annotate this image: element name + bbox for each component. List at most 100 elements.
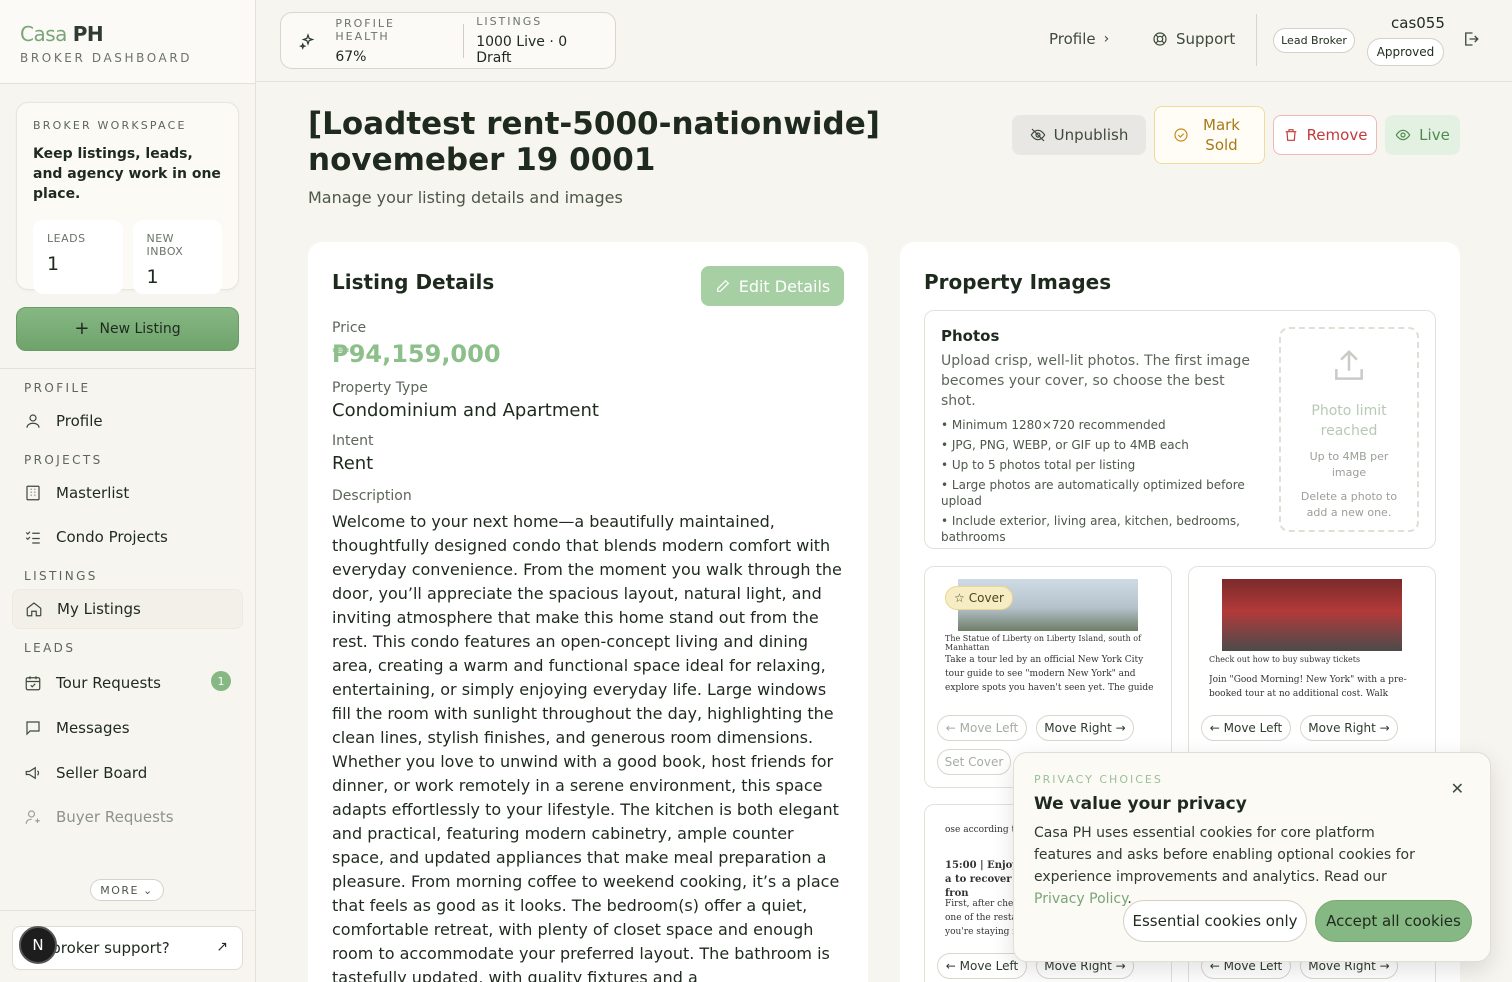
sidebar-item-buyer-requests[interactable]: Buyer Requests <box>0 795 255 839</box>
profile-link-label: Profile <box>1049 30 1096 48</box>
privacy-policy-link[interactable]: Privacy Policy <box>1034 891 1127 907</box>
move-left-button[interactable]: ← Move Left <box>937 953 1027 979</box>
role-badge: Lead Broker <box>1273 28 1355 53</box>
sidebar: Casa PH BROKER DASHBOARD BROKER WORKSPAC… <box>0 0 256 982</box>
move-right-button[interactable]: Move Right → <box>1300 715 1398 741</box>
more-button[interactable]: MORE ⌄ <box>90 879 164 901</box>
list-item: • Include exterior, living area, kitchen… <box>941 514 1240 544</box>
support-link[interactable]: Support <box>1152 30 1235 48</box>
sidebar-item-label: Messages <box>56 719 130 737</box>
workspace-description: Keep listings, leads, and agency work in… <box>33 146 221 202</box>
profile-health-card: PROFILE HEALTH 67% LISTINGS 1000 Live · … <box>280 12 616 69</box>
sparkle-icon <box>281 32 335 50</box>
price-value: ₱94,159,000 <box>332 340 501 368</box>
move-left-button[interactable]: ← Move Left <box>1201 715 1291 741</box>
topbar: PROFILE HEALTH 67% LISTINGS 1000 Live · … <box>256 0 1512 82</box>
brand-subtitle: BROKER DASHBOARD <box>20 51 193 65</box>
sidebar-item-masterlist[interactable]: Masterlist <box>0 473 255 513</box>
sidebar-nav: PROFILE Profile PROJECTS Masterlist Cond… <box>0 368 255 839</box>
upload-icon <box>1335 349 1363 380</box>
chevron-down-icon: ⌄ <box>143 883 154 897</box>
new-inbox-stat-value: 1 <box>146 266 159 288</box>
sidebar-item-tour-requests[interactable]: Tour Requests 1 <box>0 661 255 705</box>
property-images-title: Property Images <box>924 270 1112 294</box>
cookie-body-text: Casa PH uses essential cookies for core … <box>1034 825 1415 885</box>
sidebar-item-label: Buyer Requests <box>56 808 174 826</box>
username: cas055 <box>1391 14 1445 32</box>
list-item: • Minimum 1280×720 recommended <box>941 418 1166 432</box>
nav-section-projects: PROJECTS <box>24 453 103 467</box>
plus-icon: + <box>74 318 90 339</box>
calendar-check-icon <box>25 676 41 691</box>
list-item: • Up to 5 photos total per listing <box>941 458 1136 472</box>
leads-stat[interactable]: LEADS 1 <box>33 220 123 294</box>
pencil-icon <box>716 279 729 292</box>
edit-details-label: Edit Details <box>738 276 831 296</box>
divider <box>1256 14 1257 66</box>
avatar[interactable]: N <box>19 926 57 964</box>
photo-limit-hint: Delete a photo to add a new one. <box>1300 490 1398 519</box>
move-right-button[interactable]: Move Right → <box>1036 715 1134 741</box>
broker-workspace-card: BROKER WORKSPACE Keep listings, leads, a… <box>16 102 239 294</box>
profile-health-value: 67% <box>335 48 367 65</box>
user-plus-icon <box>25 810 40 824</box>
sidebar-item-my-listings[interactable]: My Listings <box>12 589 243 629</box>
sidebar-item-condo-projects[interactable]: Condo Projects <box>0 517 255 557</box>
photo-caption: Check out how to buy subway tickets <box>1209 655 1361 664</box>
photo-limit-title: Photo limit reached <box>1311 403 1387 439</box>
message-icon <box>26 721 40 736</box>
edit-details-button[interactable]: Edit Details <box>701 266 844 306</box>
trash-icon <box>1285 129 1296 141</box>
remove-button[interactable]: Remove <box>1273 115 1377 155</box>
new-listing-button[interactable]: + New Listing <box>16 307 239 351</box>
cookie-title: We value your privacy <box>1034 794 1247 814</box>
listings-label: LISTINGS <box>476 15 543 28</box>
description-label: Description <box>332 488 412 504</box>
sidebar-item-profile[interactable]: Profile <box>0 401 255 441</box>
sidebar-item-seller-board[interactable]: Seller Board <box>0 751 255 795</box>
new-inbox-stat-label: NEW INBOX <box>146 232 184 258</box>
cover-badge: ☆ Cover <box>945 586 1013 610</box>
check-circle-icon <box>1173 128 1188 142</box>
star-icon: ☆ <box>954 591 965 605</box>
home-icon <box>26 602 42 617</box>
eye-off-icon <box>1030 128 1045 142</box>
live-status: Live <box>1385 115 1460 155</box>
unpublish-label: Unpublish <box>1053 126 1129 144</box>
mark-sold-button[interactable]: Mark Sold <box>1154 106 1265 164</box>
listings-value: 1000 Live · 0 Draft <box>476 34 568 66</box>
external-arrow-icon: ↗ <box>216 939 228 955</box>
remove-label: Remove <box>1306 126 1368 144</box>
sidebar-item-messages[interactable]: Messages <box>0 705 255 751</box>
photo-text: Join "Good Morning! New York" with a pre… <box>1209 675 1407 699</box>
essential-cookies-button[interactable]: Essential cookies only <box>1123 900 1307 942</box>
status-badge: Approved <box>1367 38 1444 66</box>
unpublish-button[interactable]: Unpublish <box>1012 115 1146 155</box>
move-left-button[interactable]: ← Move Left <box>937 715 1027 741</box>
close-icon[interactable]: ✕ <box>1451 779 1464 798</box>
chevron-right-icon: › <box>1103 31 1110 47</box>
photo-limit-size: Up to 4MB per image <box>1309 450 1389 479</box>
list-item: • Large photos are automatically optimiz… <box>941 478 1245 508</box>
photos-upload-panel: Photos Upload crisp, well-lit photos. Th… <box>924 310 1436 549</box>
accept-all-cookies-button[interactable]: Accept all cookies <box>1315 900 1472 942</box>
photo-text: Take a tour led by an official New York … <box>945 655 1154 693</box>
logout-icon[interactable] <box>1462 30 1480 48</box>
mark-sold-label: Mark Sold <box>1203 116 1240 154</box>
page-subtitle: Manage your listing details and images <box>308 188 623 207</box>
profile-link[interactable]: Profile › <box>1049 30 1109 48</box>
new-inbox-stat[interactable]: NEW INBOX 1 <box>132 220 222 294</box>
page-title: [Loadtest rent-5000-nationwide] novemebe… <box>308 106 880 178</box>
cookie-consent-dialog: PRIVACY CHOICES We value your privacy Ca… <box>1013 752 1491 962</box>
sidebar-item-label: Masterlist <box>56 484 130 502</box>
photo-upload-dropzone[interactable]: Photo limit reached Up to 4MB per image … <box>1279 327 1419 532</box>
description-text: Welcome to your next home—a beautifully … <box>332 512 842 982</box>
eye-icon <box>1395 129 1411 141</box>
nav-section-leads: LEADS <box>24 641 76 655</box>
photos-description: Upload crisp, well-lit photos. The first… <box>941 353 1251 409</box>
tour-requests-count-badge: 1 <box>211 671 231 691</box>
set-cover-button[interactable]: Set Cover <box>937 749 1011 775</box>
building-icon <box>26 485 40 501</box>
list-item: • JPG, PNG, WEBP, or GIF up to 4MB each <box>941 438 1189 452</box>
brand[interactable]: Casa PH BROKER DASHBOARD <box>0 0 255 84</box>
